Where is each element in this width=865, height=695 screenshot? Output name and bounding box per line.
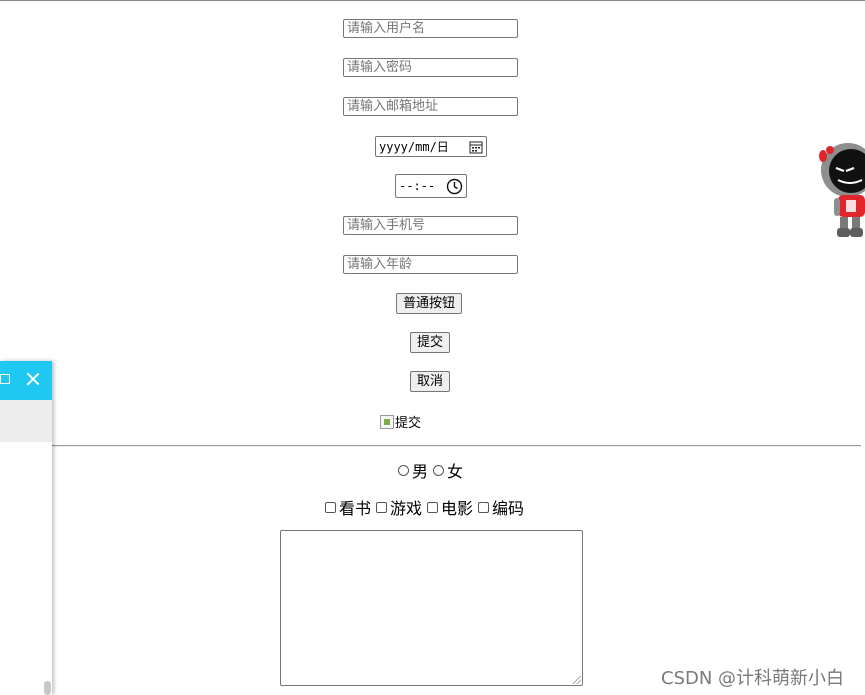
message-textarea[interactable]	[280, 530, 583, 686]
gender-option-female[interactable]: 女	[431, 458, 463, 482]
username-input[interactable]	[343, 19, 518, 38]
broken-image-icon	[380, 414, 394, 429]
csdn-watermark: CSDN @计科萌新小白	[661, 668, 845, 689]
normal-button[interactable]: 普通按钮	[396, 293, 463, 314]
checkbox[interactable]	[325, 501, 336, 513]
gender-radio-group: 男 女	[396, 458, 466, 482]
cancel-button[interactable]: 取消	[410, 371, 451, 392]
email-input[interactable]	[343, 97, 518, 116]
image-submit-button[interactable]: 提交	[380, 412, 421, 431]
maximize-icon[interactable]	[0, 374, 10, 384]
radio-label: 女	[447, 462, 464, 481]
phone-input[interactable]	[343, 216, 518, 235]
checkbox[interactable]	[376, 501, 388, 513]
checkbox[interactable]	[478, 501, 490, 513]
time-input-value: --:--	[399, 179, 436, 193]
submit-button[interactable]: 提交	[410, 332, 451, 353]
gender-option-male[interactable]: 男	[396, 458, 428, 482]
time-input[interactable]: --:--	[395, 174, 467, 198]
hobby-option-games[interactable]: 游戏	[374, 495, 422, 519]
radio-button[interactable]	[433, 464, 445, 476]
image-submit-alt: 提交	[395, 416, 422, 431]
checkbox[interactable]	[427, 501, 439, 513]
panel-toolbar	[0, 400, 52, 442]
close-icon[interactable]	[27, 373, 39, 385]
radio-label: 男	[412, 462, 429, 481]
hobby-option-reading[interactable]: 看书	[323, 495, 371, 519]
radio-button[interactable]	[398, 464, 409, 476]
checkbox-label: 看书	[339, 499, 372, 518]
date-input[interactable]: yyyy/mm/日	[375, 136, 487, 157]
checkbox-label: 游戏	[390, 499, 423, 518]
panel-scrollbar[interactable]	[44, 681, 51, 695]
horizontal-rule	[52, 445, 861, 447]
hobby-option-movies[interactable]: 电影	[425, 495, 473, 519]
hobby-option-coding[interactable]: 编码	[476, 495, 524, 519]
date-input-value: yyyy/mm/日	[379, 140, 449, 154]
checkbox-label: 编码	[492, 499, 525, 518]
checkbox-label: 电影	[441, 499, 474, 518]
hobby-checkbox-group: 看书 游戏 电影 编码	[323, 495, 527, 519]
panel-title-bar[interactable]	[0, 361, 52, 400]
calendar-icon[interactable]	[469, 140, 483, 154]
top-divider	[0, 0, 865, 1]
resize-grip-icon[interactable]	[573, 676, 581, 684]
clock-icon[interactable]	[446, 178, 463, 195]
age-input[interactable]	[343, 255, 518, 274]
floating-side-panel	[0, 361, 52, 695]
mascot-robot-image[interactable]	[818, 138, 865, 240]
password-input[interactable]	[343, 58, 518, 77]
